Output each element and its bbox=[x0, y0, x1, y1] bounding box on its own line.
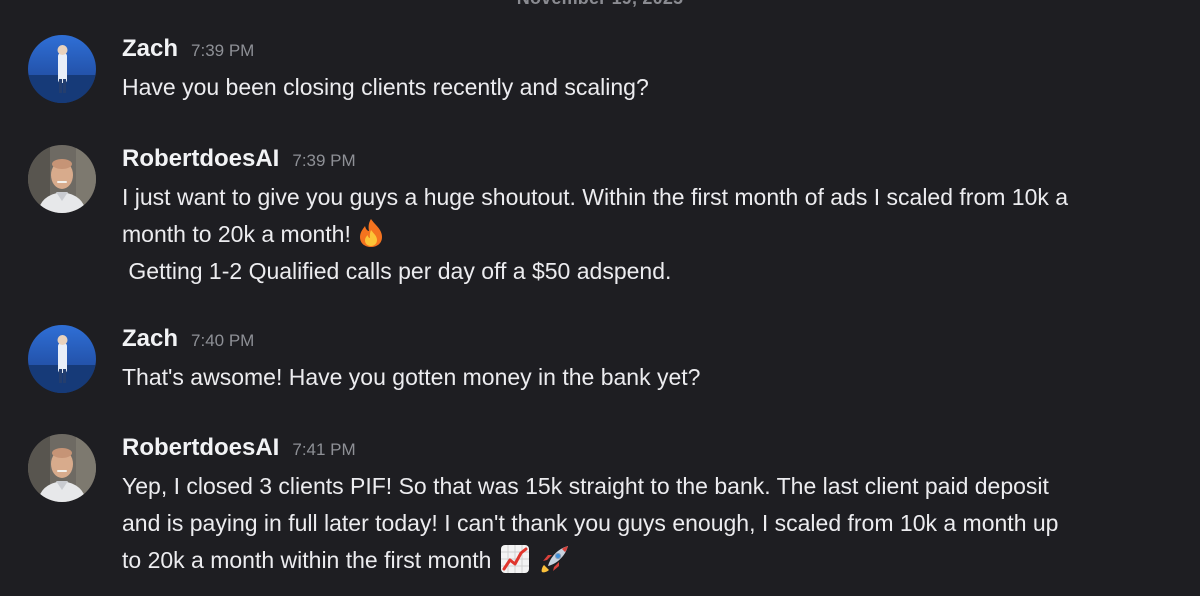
message-line: to 20k a month within the first month bbox=[122, 542, 1182, 579]
avatar[interactable] bbox=[28, 325, 96, 393]
message-header: Zach 7:40 PM bbox=[122, 325, 254, 355]
message-line: That's awsome! Have you gotten money in … bbox=[122, 364, 701, 390]
username[interactable]: RobertdoesAI bbox=[122, 434, 279, 462]
avatar[interactable] bbox=[28, 145, 96, 213]
message-content: That's awsome! Have you gotten money in … bbox=[122, 359, 1182, 396]
message-header: Zach 7:39 PM bbox=[122, 35, 254, 65]
message-content: Yep, I closed 3 clients PIF! So that was… bbox=[122, 468, 1182, 579]
username[interactable]: Zach bbox=[122, 35, 178, 63]
message-header: RobertdoesAI 7:41 PM bbox=[122, 434, 356, 464]
fire-emoji-icon bbox=[355, 217, 387, 249]
message-line: and is paying in full later today! I can… bbox=[122, 510, 1059, 536]
avatar[interactable] bbox=[28, 35, 96, 103]
chart-increasing-emoji-icon bbox=[499, 543, 531, 575]
avatar[interactable] bbox=[28, 434, 96, 502]
message-line: month to 20k a month! bbox=[122, 216, 1182, 253]
message-line-text: to 20k a month within the first month bbox=[122, 547, 492, 573]
message-line: Have you been closing clients recently a… bbox=[122, 74, 649, 100]
message-line-text: month to 20k a month! bbox=[122, 221, 351, 247]
rocket-emoji-icon bbox=[539, 543, 571, 575]
message-content: Have you been closing clients recently a… bbox=[122, 69, 1182, 106]
timestamp: 7:40 PM bbox=[191, 331, 255, 350]
message-line: Yep, I closed 3 clients PIF! So that was… bbox=[122, 473, 1049, 499]
message-line: I just want to give you guys a huge shou… bbox=[122, 184, 1069, 210]
timestamp: 7:39 PM bbox=[191, 41, 255, 60]
username[interactable]: Zach bbox=[122, 325, 178, 353]
chat-messages: November 19, 2025 Zach 7:39 PM bbox=[0, 0, 1200, 596]
timestamp: 7:41 PM bbox=[292, 440, 356, 459]
message-line: Getting 1-2 Qualified calls per day off … bbox=[122, 258, 672, 284]
username[interactable]: RobertdoesAI bbox=[122, 145, 279, 173]
timestamp: 7:39 PM bbox=[292, 151, 356, 170]
message-header: RobertdoesAI 7:39 PM bbox=[122, 145, 356, 175]
message-content: I just want to give you guys a huge shou… bbox=[122, 179, 1182, 290]
date-divider: November 19, 2025 bbox=[0, 0, 1200, 9]
